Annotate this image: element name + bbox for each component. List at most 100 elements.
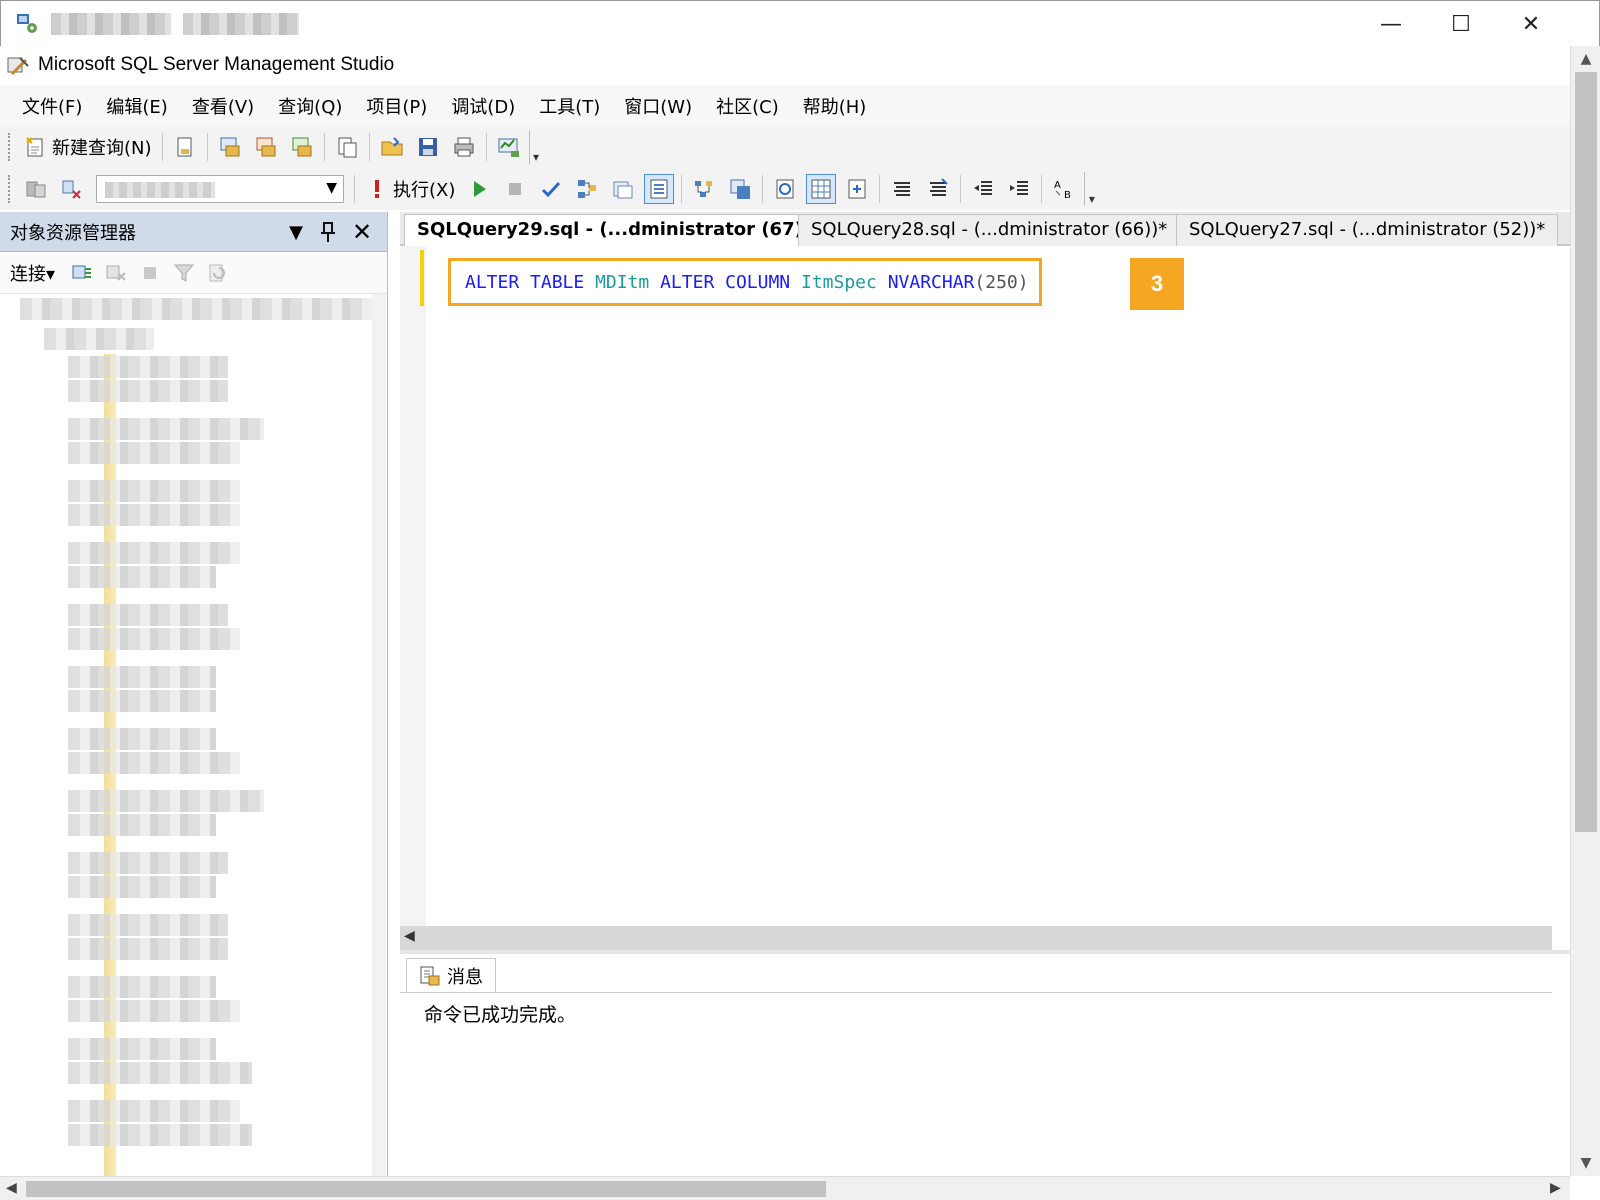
include-actual-plan-button[interactable] [689, 174, 719, 204]
specify-template-values-button[interactable]: AB [1049, 174, 1079, 204]
tree-row-redacted[interactable] [68, 666, 216, 688]
scroll-thumb[interactable] [26, 1181, 826, 1197]
disconnect-icon[interactable] [101, 259, 131, 287]
print-button[interactable] [449, 132, 479, 162]
minimize-button[interactable]: — [1373, 9, 1409, 39]
tree-row-redacted[interactable] [68, 1038, 216, 1060]
tree-row-redacted[interactable] [68, 1062, 252, 1084]
menu-edit[interactable]: 编辑(E) [94, 89, 179, 123]
comment-button[interactable] [887, 174, 917, 204]
tree-row-redacted[interactable] [68, 790, 264, 812]
database-selector[interactable]: ▼ [96, 175, 344, 203]
toolbar-overflow-icon[interactable]: ▾ [1084, 172, 1098, 206]
stop-icon[interactable] [135, 259, 165, 287]
menu-query[interactable]: 查询(Q) [266, 89, 354, 123]
dmx-query-button[interactable] [251, 132, 281, 162]
filter-icon[interactable] [169, 259, 199, 287]
highlighted-code-line[interactable]: ALTER TABLE MDItm ALTER COLUMN ItmSpec N… [448, 258, 1042, 306]
cancel-query-button[interactable] [500, 174, 530, 204]
uncomment-button[interactable] [923, 174, 953, 204]
connect-object-explorer-icon[interactable] [67, 259, 97, 287]
tab-sqlquery27[interactable]: SQLQuery27.sql - (...dministrator (52))* [1176, 214, 1559, 246]
menu-community[interactable]: 社区(C) [704, 89, 791, 123]
toolbar-overflow-icon[interactable]: ▾ [528, 130, 543, 164]
tree-row-redacted[interactable] [68, 1124, 252, 1146]
intellisense-button[interactable] [644, 174, 675, 204]
save-button[interactable] [413, 132, 443, 162]
tree-row-redacted[interactable] [68, 542, 240, 564]
tree-row-redacted[interactable] [68, 356, 228, 378]
menu-view[interactable]: 查看(V) [180, 89, 266, 123]
results-to-file-button[interactable] [842, 174, 872, 204]
menu-help[interactable]: 帮助(H) [791, 89, 879, 123]
maximize-button[interactable]: ☐ [1443, 9, 1479, 39]
tree-row-redacted[interactable] [68, 1100, 240, 1122]
query-designer-button[interactable] [608, 174, 638, 204]
menu-window[interactable]: 窗口(W) [612, 89, 704, 123]
tree-row-redacted[interactable] [68, 566, 216, 588]
object-explorer-tree[interactable] [0, 294, 380, 1176]
client-statistics-button[interactable] [725, 174, 755, 204]
execute-button[interactable]: 执行(X) [359, 174, 461, 204]
dropdown-arrow-icon[interactable]: ▼ [326, 180, 337, 196]
tree-row-redacted[interactable] [68, 852, 228, 874]
parse-button[interactable] [536, 174, 566, 204]
menu-debug[interactable]: 调试(D) [439, 89, 527, 123]
tree-row-redacted[interactable] [68, 938, 228, 960]
tree-row-redacted[interactable] [68, 728, 216, 750]
display-estimated-plan-button[interactable] [572, 174, 602, 204]
close-button[interactable]: ✕ [1513, 9, 1549, 39]
decrease-indent-button[interactable] [968, 174, 998, 204]
close-panel-icon[interactable]: ✕ [348, 218, 376, 246]
scroll-right-icon[interactable]: ▶ [1550, 1180, 1561, 1196]
tree-row-redacted[interactable] [68, 418, 264, 440]
tree-row-redacted[interactable] [68, 504, 240, 526]
connect-dropdown[interactable]: 连接▾ [10, 260, 55, 286]
new-query-button[interactable]: 新建查询(N) [18, 132, 158, 162]
tree-row-redacted[interactable] [68, 690, 216, 712]
toolbar-grip[interactable] [8, 175, 12, 203]
tree-row-redacted[interactable] [68, 814, 216, 836]
tree-row-redacted[interactable] [20, 298, 380, 320]
results-to-grid-button[interactable] [806, 174, 837, 204]
xmla-query-button[interactable] [287, 132, 317, 162]
open-file-button[interactable] [377, 132, 407, 162]
tree-row-redacted[interactable] [68, 976, 216, 998]
menu-tools[interactable]: 工具(T) [527, 89, 612, 123]
tab-sqlquery29[interactable]: SQLQuery29.sql - (...dministrator (67))* [404, 214, 834, 248]
add-existing-item-button[interactable] [332, 132, 362, 162]
panel-dropdown-icon[interactable]: ▼ [282, 218, 310, 246]
debug-button[interactable] [464, 174, 494, 204]
tree-row-redacted[interactable] [68, 442, 240, 464]
menu-project[interactable]: 项目(P) [354, 89, 439, 123]
object-explorer-scrollbar[interactable] [372, 294, 386, 1176]
sql-editor[interactable]: ALTER TABLE MDItm ALTER COLUMN ItmSpec N… [400, 246, 1552, 926]
menu-file[interactable]: 文件(F) [10, 89, 94, 123]
tree-row-redacted[interactable] [68, 752, 240, 774]
mdx-query-button[interactable] [215, 132, 245, 162]
scroll-up-icon[interactable]: ▲ [1571, 46, 1600, 72]
tree-row-redacted[interactable] [68, 480, 240, 502]
refresh-icon[interactable] [203, 259, 233, 287]
window-vertical-scrollbar[interactable]: ▲ ▼ [1570, 46, 1600, 1176]
toolbar-grip[interactable] [8, 133, 12, 161]
connect-button[interactable] [21, 174, 51, 204]
tree-row-redacted[interactable] [68, 876, 216, 898]
tree-row-redacted[interactable] [68, 628, 240, 650]
scroll-left-icon[interactable]: ◀ [6, 1180, 17, 1196]
messages-tab[interactable]: 消息 [406, 958, 496, 992]
activity-monitor-button[interactable] [494, 132, 524, 162]
editor-horizontal-scrollbar[interactable]: ◀ [400, 926, 1552, 950]
scroll-left-icon[interactable]: ◀ [404, 928, 415, 944]
tree-row-redacted[interactable] [68, 380, 228, 402]
tab-sqlquery28[interactable]: SQLQuery28.sql - (...dministrator (66))* [798, 214, 1181, 246]
scroll-thumb[interactable] [1575, 72, 1597, 832]
new-file-button[interactable] [170, 132, 200, 162]
scroll-down-icon[interactable]: ▼ [1571, 1150, 1600, 1176]
window-horizontal-scrollbar[interactable]: ◀ ▶ [0, 1176, 1570, 1200]
tree-row-redacted[interactable] [68, 914, 228, 936]
tree-row-redacted[interactable] [68, 604, 228, 626]
tree-row-redacted[interactable] [68, 1000, 240, 1022]
change-connection-button[interactable] [57, 174, 87, 204]
increase-indent-button[interactable] [1004, 174, 1034, 204]
